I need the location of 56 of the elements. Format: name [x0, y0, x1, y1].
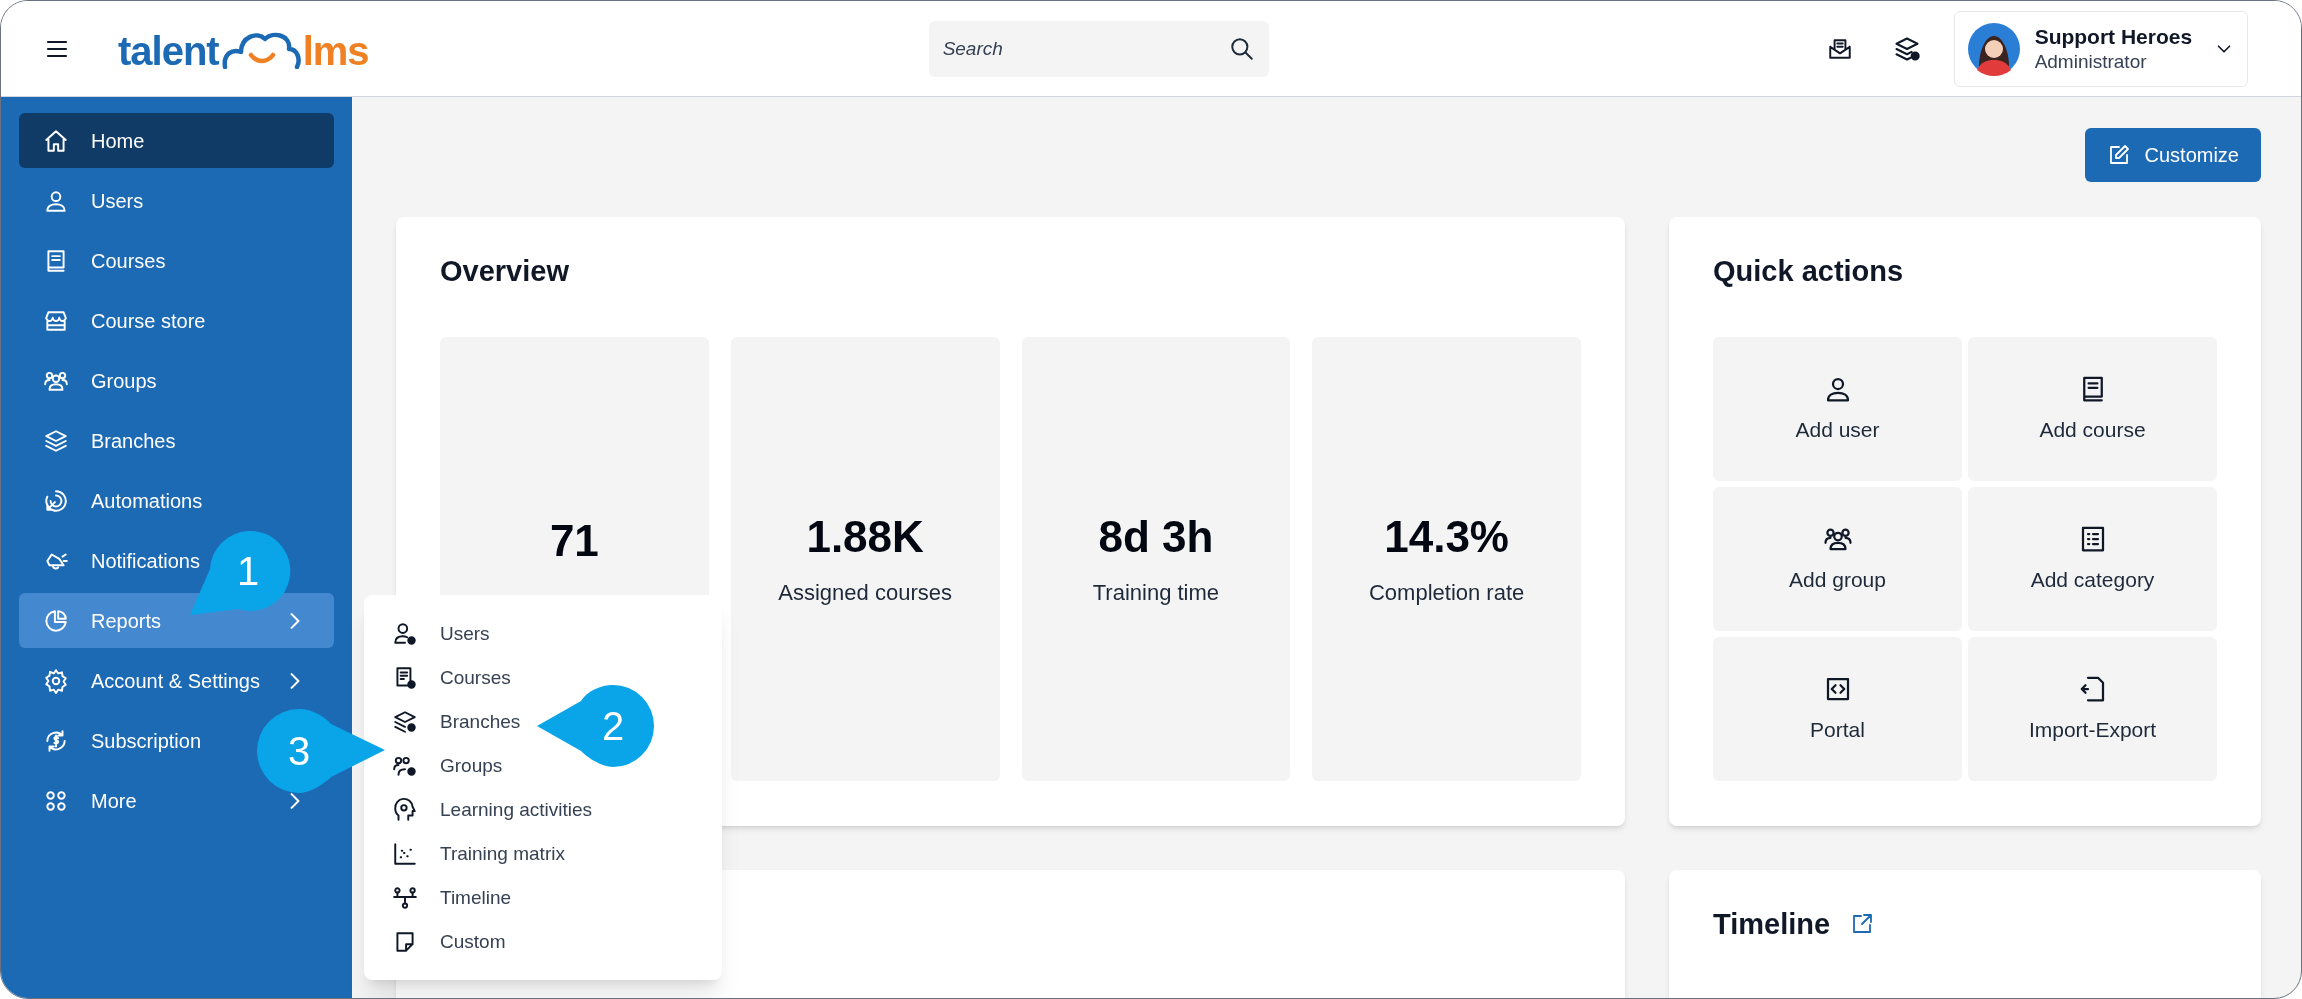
sidebar-item[interactable]: Subscription [19, 713, 206, 768]
sidebar-item[interactable]: Branches [19, 413, 180, 468]
menu-icon[interactable] [46, 39, 68, 58]
menu-item-icon [43, 667, 69, 694]
quick-action-tile[interactable]: Add group [1713, 487, 1962, 632]
submenu-item[interactable]: Branches [392, 700, 521, 744]
menu-item-icon [392, 885, 418, 911]
quick-action-tile[interactable]: Add user [1713, 337, 1962, 482]
sidebar-item[interactable]: Automations [19, 473, 207, 528]
menu-item-icon [43, 487, 69, 514]
menu-item-icon [392, 709, 418, 735]
submenu-item[interactable]: Timeline [392, 876, 512, 920]
menu-item-icon [43, 127, 69, 154]
submenu-item[interactable]: Courses [392, 656, 511, 700]
sidebar-item[interactable]: Home [19, 113, 334, 168]
card-title: Quick actions [1713, 254, 1905, 289]
quick-action-tile[interactable]: Portal [1713, 637, 1962, 782]
stat-label: Completion rate [1368, 579, 1525, 608]
sidebar-item[interactable]: Reports [19, 593, 334, 648]
sidebar-item[interactable]: Notifications [19, 533, 204, 588]
menu-item-icon [392, 841, 418, 867]
submenu-item[interactable]: Training matrix [392, 832, 565, 876]
menu-item-icon [43, 727, 69, 754]
search-field[interactable]: Search [928, 20, 1269, 77]
sidebar-item[interactable]: Course store [19, 293, 210, 348]
submenu-item[interactable]: Custom [392, 920, 506, 964]
quick-action-tile[interactable]: Add category [1968, 487, 2217, 632]
customize-button[interactable]: Customize [2084, 128, 2261, 182]
sidebar-item[interactable]: Account & Settings [19, 653, 334, 708]
menu-item-icon [43, 427, 69, 454]
menu-item-icon [43, 607, 69, 634]
stat-value: 1.88K [806, 511, 924, 564]
submenu-item[interactable]: Groups [392, 744, 503, 788]
avatar [1966, 21, 2021, 76]
quick-action-tile[interactable]: Add course [1968, 337, 2217, 482]
sidebar-item[interactable]: Courses [19, 233, 170, 288]
stat-label: Training time [1092, 579, 1220, 608]
logo[interactable]: talent lms [118, 26, 369, 71]
quick-action-tile[interactable]: Import-Export [1968, 637, 2217, 782]
menu-item-icon [392, 621, 418, 647]
stat-value: 71 [549, 515, 599, 568]
user-menu[interactable]: Support Heroes Administrator [1953, 10, 2248, 87]
card-title: Overview [440, 254, 570, 289]
user-role: Administrator [2034, 49, 2148, 74]
stat-value: 8d 3h [1098, 511, 1214, 564]
sidebar-item[interactable]: More [19, 773, 334, 828]
stat-value: 14.3% [1384, 511, 1509, 564]
submenu-item[interactable]: Learning activities [392, 788, 593, 832]
sidebar-item[interactable]: Users [19, 173, 148, 228]
search-icon [1228, 35, 1255, 62]
sidebar-item[interactable]: Groups [19, 353, 161, 408]
card-title: Timeline [1713, 907, 1831, 943]
menu-item-icon [392, 797, 418, 823]
user-name: Support Heroes [2034, 23, 2194, 50]
stat-label: Assigned courses [778, 579, 952, 608]
submenu-item[interactable]: Users [392, 612, 490, 656]
